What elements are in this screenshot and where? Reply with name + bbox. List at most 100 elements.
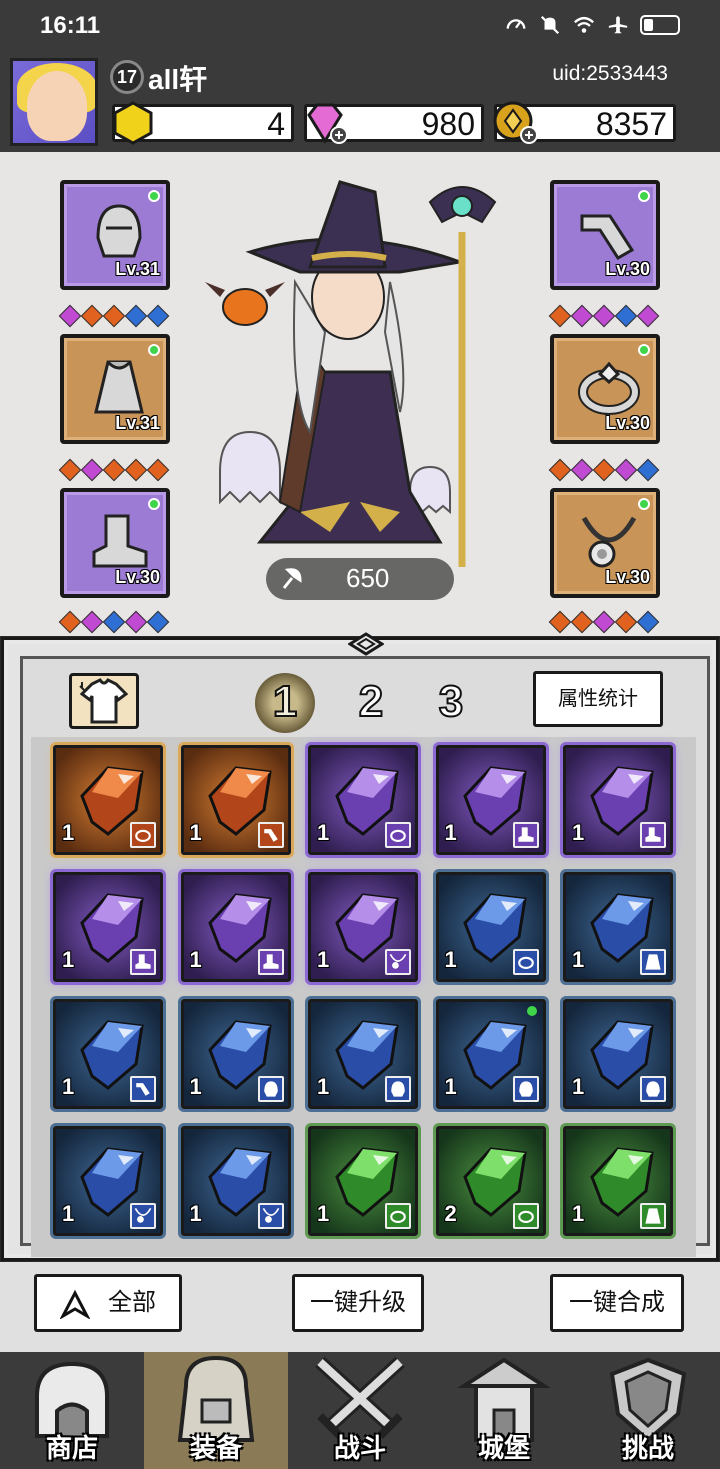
new-indicator [148,344,160,356]
helmet-slot-icon [257,1076,284,1102]
avatar[interactable] [10,58,98,146]
item-count: 1 [572,1074,585,1099]
inventory-tab-2[interactable]: 2 [341,673,401,733]
one-click-upgrade-button[interactable]: 一键升级 [292,1274,424,1332]
diamond-value: 980 [421,106,475,142]
attribute-stats-button[interactable]: 属性统计 [533,671,663,727]
nav-equip[interactable]: 装备 [144,1352,288,1469]
inventory-item-blue-crystal[interactable]: 1 [180,1126,291,1236]
nav-challenge[interactable]: 挑战 [576,1352,720,1469]
inventory-item-purple-crystal[interactable]: 1 [563,745,673,855]
combat-power-badge: 650 [266,558,454,600]
inventory-item-purple-crystal[interactable]: 1 [435,745,546,855]
gem-sockets [58,610,170,634]
player-header: 17 all轩 uid:2533443 4 980 8357 [0,52,720,152]
nav-challenge-label: 挑战 [621,1433,674,1463]
inventory-item-orange-crystal[interactable]: 1 [180,745,291,855]
item-count: 1 [317,820,330,845]
player-uid: uid:2533443 [552,62,668,85]
ring-slot-icon [512,1203,539,1229]
shirt-icon [79,678,129,724]
inventory-item-blue-crystal[interactable]: 1 [53,1126,163,1236]
inventory-item-blue-crystal[interactable]: 1 [53,999,163,1109]
hero-witch-illustration [205,180,497,567]
equip-level: Lv.31 [115,413,160,433]
armor-slot-icon [640,1203,666,1229]
boot-slot-icon [257,949,284,975]
necklace-slot-icon [257,1203,284,1229]
equip-level: Lv.31 [115,259,160,279]
ring-slot-icon [385,1203,411,1229]
item-count: 1 [444,1074,457,1099]
one-click-merge-button[interactable]: 一键合成 [550,1274,684,1332]
speed-icon [506,19,526,29]
cape-icon [94,360,144,414]
inventory-item-green-crystal[interactable]: 2 [435,1126,546,1236]
item-count: 1 [62,820,75,845]
panel-notch [348,632,384,656]
inventory-item-blue-crystal[interactable]: 1 [563,872,673,982]
new-indicator [148,498,160,510]
equip-slot-helmet[interactable]: Lv.31 [60,180,170,290]
filter-all-button[interactable]: 全部 [34,1274,182,1332]
item-count: 1 [62,1074,75,1099]
equip-slot-cape[interactable]: Lv.31 [60,334,170,444]
item-count: 1 [62,1201,75,1226]
nav-shop-label: 商店 [45,1433,98,1463]
inventory-item-blue-crystal[interactable]: 1 [435,872,546,982]
character-equipment-area: Lv.31 Lv.31 Lv.30 Lv.30 Lv.30 Lv.30 650 [0,152,720,642]
inventory-item-blue-crystal[interactable]: 1 [563,999,673,1109]
item-count: 1 [572,947,585,972]
combat-power-value: 650 [346,563,390,593]
helmet-slot-icon [640,1076,666,1102]
item-count: 1 [444,820,457,845]
equip-slot-boots[interactable]: Lv.30 [60,488,170,598]
item-count: 1 [317,1074,330,1099]
gem-sockets [58,458,170,482]
nav-shop[interactable]: 商店 [0,1352,144,1469]
necklace-slot-icon [130,1203,156,1229]
coin-counter: 8357 [493,101,676,144]
ring-icon [578,361,640,415]
equip-level: Lv.30 [605,259,650,279]
inventory-item-purple-crystal[interactable]: 1 [53,872,163,982]
equip-slot-bracer[interactable]: Lv.30 [550,180,660,290]
equip-slot-necklace[interactable]: Lv.30 [550,488,660,598]
new-indicator [148,190,160,202]
inventory-item-blue-crystal[interactable]: 1 [435,999,546,1109]
gem-sockets [548,610,660,634]
status-icons [504,14,680,36]
gem-sockets [548,304,660,328]
wifi-icon [574,16,594,33]
item-count: 1 [189,1201,202,1226]
item-count: 2 [444,1201,457,1226]
diamond-counter: 980 [304,103,484,144]
inventory-inner: 1 2 3 属性统计 11111111111111111121 [20,656,710,1257]
equip-level: Lv.30 [115,567,160,587]
inventory-item-green-crystal[interactable]: 1 [563,1126,673,1236]
item-count: 1 [189,947,202,972]
inventory-tab-1[interactable]: 1 [255,673,315,733]
coin-icon [493,101,538,144]
equip-slot-ring[interactable]: Lv.30 [550,334,660,444]
coin-value: 8357 [595,106,667,142]
boot-slot-icon [130,949,156,975]
item-count: 1 [189,1074,202,1099]
inventory-tab-3[interactable]: 3 [421,673,481,733]
equip-level: Lv.30 [605,567,650,587]
wardrobe-button[interactable] [69,673,139,729]
inventory-item-blue-crystal[interactable]: 1 [180,999,291,1109]
nav-battle[interactable]: 战斗 [288,1352,432,1469]
gem-sockets [58,304,170,328]
gold-gem-icon [113,101,153,145]
nav-castle[interactable]: 城堡 [432,1352,576,1469]
inventory-item-blue-crystal[interactable]: 1 [308,999,418,1109]
inventory-item-purple-crystal[interactable]: 1 [308,745,418,855]
inventory-item-orange-crystal[interactable]: 1 [53,745,163,855]
inventory-item-green-crystal[interactable]: 1 [308,1126,418,1236]
new-indicator [638,498,650,510]
nav-battle-label: 战斗 [333,1433,386,1463]
inventory-item-purple-crystal[interactable]: 1 [180,872,291,982]
ring-slot-icon [512,949,539,975]
inventory-item-purple-crystal[interactable]: 1 [308,872,418,982]
